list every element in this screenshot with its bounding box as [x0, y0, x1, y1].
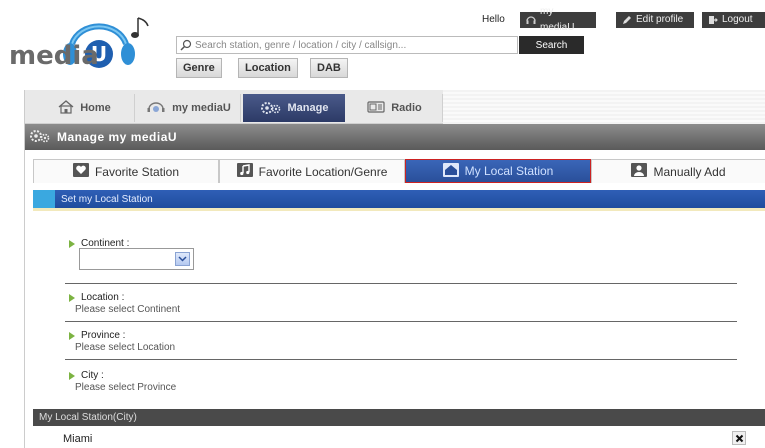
radio-icon	[367, 100, 385, 117]
tab-favorite-station-label: Favorite Station	[94, 164, 180, 179]
divider	[65, 321, 737, 322]
tab-my-mediau[interactable]: my mediaU	[137, 94, 241, 122]
search-icon	[177, 37, 195, 53]
tab-manually-add[interactable]: Manually Add	[591, 159, 765, 183]
tab-my-local-station[interactable]: My Local Station	[405, 159, 591, 183]
my-local-station-header: My Local Station(City)	[33, 409, 765, 426]
tab-favorite-location-genre[interactable]: Favorite Location/Genre	[219, 159, 405, 183]
tab-manually-add-label: Manually Add	[653, 164, 726, 179]
location-hint: Please select Continent	[75, 304, 181, 315]
tab-home[interactable]: Home	[35, 94, 135, 122]
province-hint: Please select Location	[75, 342, 176, 353]
tab-home-label: Home	[80, 102, 111, 114]
city-field: City :	[69, 370, 104, 381]
bullet-icon	[69, 293, 75, 302]
bullet-icon	[69, 371, 75, 380]
music-note-icon	[236, 163, 253, 180]
sub-tabs: Favorite Station Favorite Location/Genre…	[33, 159, 765, 183]
divider	[65, 283, 737, 284]
heart-icon	[72, 163, 89, 180]
genre-filter-button[interactable]: Genre	[176, 58, 222, 78]
header-strip	[33, 208, 765, 211]
city-label: City :	[81, 370, 104, 381]
pencil-icon	[622, 15, 632, 25]
my-mediau-button[interactable]: my mediaU	[520, 6, 596, 33]
main-nav: Home my mediaU Manage Radio	[25, 90, 765, 124]
logo-media-text: media	[9, 41, 99, 71]
search-input[interactable]	[195, 37, 513, 53]
tab-my-local-station-label: My Local Station	[464, 164, 554, 178]
location-label: Location :	[81, 292, 125, 303]
gears-icon	[29, 128, 51, 147]
bullet-icon	[69, 331, 75, 340]
search-button[interactable]: Search	[519, 36, 584, 54]
search-box	[176, 36, 518, 54]
province-field: Province :	[69, 330, 125, 341]
person-icon	[631, 163, 648, 180]
my-mediau-label: my mediaU	[540, 6, 575, 33]
close-icon	[735, 434, 743, 442]
remove-city-button[interactable]	[732, 431, 746, 445]
list-item: Miami	[33, 426, 765, 448]
section-header: Manage my mediaU	[25, 124, 765, 150]
dab-filter-button[interactable]: DAB	[310, 58, 348, 78]
section-title: Manage my mediaU	[57, 130, 178, 144]
divider	[65, 359, 737, 360]
city-name: Miami	[63, 433, 93, 445]
house-icon	[58, 99, 74, 117]
continent-select[interactable]	[79, 248, 194, 270]
edit-profile-button[interactable]: Edit profile	[616, 12, 694, 28]
tab-favorite-station[interactable]: Favorite Station	[33, 159, 219, 183]
set-local-station-title: Set my Local Station	[61, 193, 153, 205]
gears-icon	[260, 100, 282, 117]
chevron-down-icon[interactable]	[175, 252, 190, 266]
tab-favorite-location-genre-label: Favorite Location/Genre	[258, 164, 388, 179]
headphones-icon	[146, 100, 166, 117]
headphones-icon	[526, 15, 536, 25]
home-icon	[442, 162, 459, 180]
bullet-icon	[69, 239, 75, 248]
logout-button[interactable]: Logout	[702, 12, 765, 28]
tab-manage[interactable]: Manage	[243, 94, 345, 122]
edit-profile-label: Edit profile	[636, 14, 684, 25]
tab-my-mediau-label: my mediaU	[172, 102, 231, 114]
location-filter-button[interactable]: Location	[238, 58, 298, 78]
greeting-text: Hello	[482, 14, 505, 25]
header-accent	[33, 190, 55, 208]
tab-radio[interactable]: Radio	[347, 94, 443, 122]
main-panel: Home my mediaU Manage Radio Manage my me…	[24, 90, 765, 448]
my-local-station-title: My Local Station(City)	[39, 412, 137, 423]
tab-manage-label: Manage	[287, 102, 329, 114]
logout-label: Logout	[722, 14, 753, 25]
header: U media Search Genre Location DAB Hello …	[0, 0, 765, 88]
set-local-station-header: Set my Local Station	[33, 190, 765, 208]
province-label: Province :	[81, 330, 126, 341]
mediau-logo[interactable]: U media	[8, 14, 158, 76]
location-field: Location :	[69, 292, 124, 303]
city-hint: Please select Province	[75, 382, 177, 393]
tab-radio-label: Radio	[391, 102, 422, 114]
logout-icon	[708, 15, 718, 25]
nav-filler	[443, 90, 765, 124]
